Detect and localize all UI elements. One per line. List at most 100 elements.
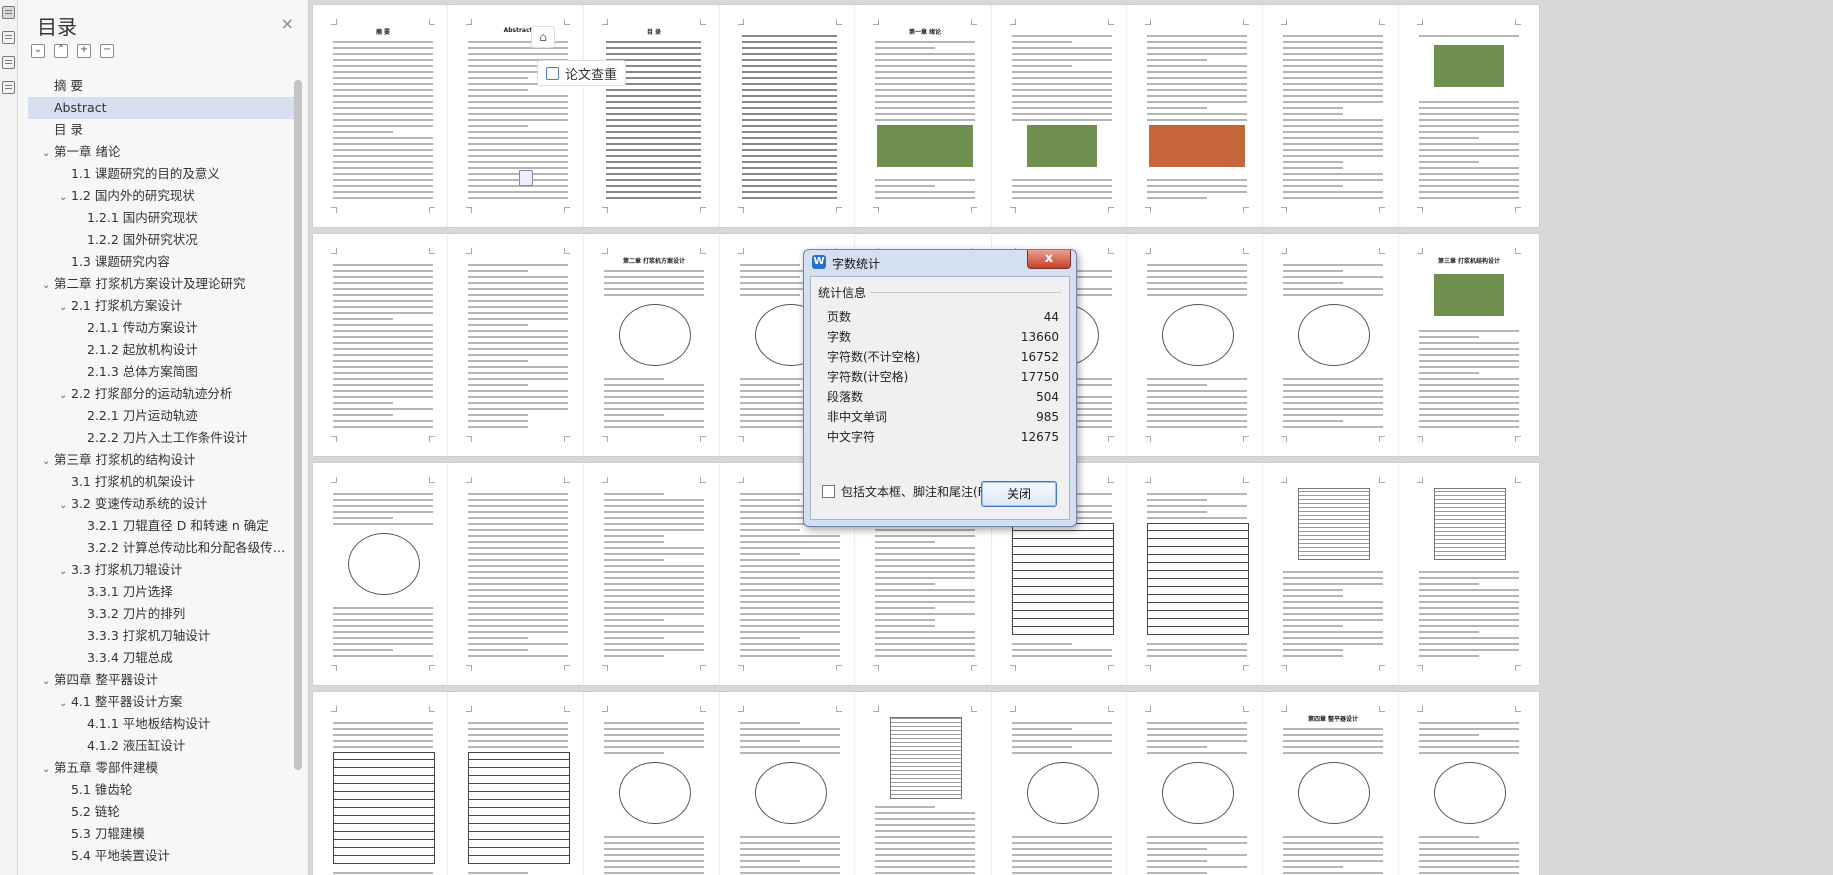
page-thumbnail[interactable] [448, 692, 588, 875]
search-panel-icon[interactable] [2, 81, 15, 94]
chevron-down-icon[interactable]: ⌄ [42, 759, 54, 779]
page-thumbnail[interactable]: 第一章 绪论 [855, 5, 995, 227]
toc-item[interactable]: 3.3.4 刀辊总成 [28, 647, 296, 669]
toc-item[interactable]: ⌄ 3.2 变速传动系统的设计 [28, 493, 296, 515]
toc-item[interactable]: 1.3 课题研究内容 [28, 251, 296, 273]
page-thumbnail[interactable]: 第四章 整平器设计 [1263, 692, 1403, 875]
chapter-panel-icon[interactable] [2, 56, 15, 69]
page-thumbnail[interactable]: Abstract [448, 5, 588, 227]
dialog-titlebar[interactable]: W 字数统计 x [804, 250, 1076, 274]
chevron-down-icon[interactable]: ⌄ [59, 297, 71, 317]
page-thumbnail[interactable] [1127, 692, 1267, 875]
collapse-tool-icon[interactable]: ⌂ [531, 26, 555, 48]
page-thumbnail[interactable] [1127, 234, 1267, 456]
dialog-close-button[interactable]: x [1027, 250, 1071, 269]
page-thumbnail[interactable]: 摘 要 [313, 5, 453, 227]
chevron-down-icon[interactable]: ⌄ [59, 187, 71, 207]
page-thumbnail[interactable] [1399, 463, 1539, 685]
chevron-down-icon[interactable]: ⌄ [42, 275, 54, 295]
remove-heading-icon[interactable]: − [100, 44, 114, 58]
page-thumbnail[interactable] [720, 692, 860, 875]
toc-scrollbar[interactable] [294, 80, 302, 770]
page-thumbnail[interactable] [313, 463, 453, 685]
page-thumbnail[interactable] [1399, 5, 1539, 227]
page-thumbnail[interactable] [313, 692, 453, 875]
text-line [333, 119, 433, 121]
page-thumbnail[interactable] [448, 463, 588, 685]
toc-item[interactable]: 2.2.1 刀片运动轨迹 [28, 405, 296, 427]
page-thumbnail[interactable] [992, 5, 1132, 227]
expand-all-icon[interactable]: ⌄ [31, 44, 45, 58]
page-thumbnail[interactable] [1399, 692, 1539, 875]
toc-item[interactable]: ⌄ 2.1 打浆机方案设计 [28, 295, 296, 317]
toc-item[interactable]: 5.3 刀辊建模 [28, 823, 296, 845]
page-thumbnail[interactable] [1263, 5, 1403, 227]
add-heading-icon[interactable]: + [77, 44, 91, 58]
chevron-down-icon[interactable]: ⌄ [59, 693, 71, 713]
toc-item[interactable]: 3.2.1 刀辊直径 D 和转速 n 确定 [28, 515, 296, 537]
page-thumbnail[interactable] [1263, 234, 1403, 456]
include-textboxes-checkbox[interactable]: 包括文本框、脚注和尾注(F) [822, 483, 989, 500]
page-thumbnail[interactable] [313, 234, 453, 456]
toc-item[interactable]: 4.1.1 平地板结构设计 [28, 713, 296, 735]
toc-item[interactable]: ⌄ 3.3 打浆机刀辊设计 [28, 559, 296, 581]
checkbox-box[interactable] [822, 485, 835, 498]
toc-item[interactable]: ⌄ 第四章 整平器设计 [28, 669, 296, 691]
toc-item[interactable]: 5.4 平地装置设计 [28, 845, 296, 867]
page-thumbnail[interactable] [584, 692, 724, 875]
toc-item[interactable]: ⌄ 第五章 零部件建模 [28, 757, 296, 779]
chevron-down-icon[interactable]: ⌄ [59, 385, 71, 405]
toc-item[interactable]: 1.2.1 国内研究现状 [28, 207, 296, 229]
toc-item[interactable]: 3.3.2 刀片的排列 [28, 603, 296, 625]
chevron-down-icon[interactable]: ⌄ [59, 561, 71, 581]
page-thumbnail[interactable] [448, 234, 588, 456]
toc-item[interactable]: 1.1 课题研究的目的及意义 [28, 163, 296, 185]
toc-item[interactable]: 2.1.1 传动方案设计 [28, 317, 296, 339]
text-line [333, 420, 433, 422]
page-thumbnail[interactable] [1127, 5, 1267, 227]
wps-app-icon: W [812, 255, 826, 269]
toc-item[interactable]: 1.2.2 国外研究状况 [28, 229, 296, 251]
toc-item[interactable]: Abstract [28, 97, 296, 119]
document-icon[interactable] [519, 170, 533, 186]
page-thumbnail[interactable]: 第二章 打浆机方案设计 [584, 234, 724, 456]
toc-item[interactable]: 3.3.1 刀片选择 [28, 581, 296, 603]
chevron-down-icon[interactable]: ⌄ [42, 671, 54, 691]
page-thumbnail[interactable] [855, 692, 995, 875]
toc-item[interactable]: 摘 要 [28, 75, 296, 97]
toc-item[interactable]: 3.3.3 打浆机刀轴设计 [28, 625, 296, 647]
toc-panel-icon[interactable] [2, 6, 15, 19]
chevron-down-icon[interactable]: ⌄ [42, 451, 54, 471]
page-thumbnail[interactable] [992, 692, 1132, 875]
toc-item[interactable]: 5.1 锥齿轮 [28, 779, 296, 801]
chevron-down-icon[interactable]: ⌄ [59, 495, 71, 515]
toc-item[interactable]: 2.2.2 刀片入土工作条件设计 [28, 427, 296, 449]
toc-item[interactable]: ⌄ 第二章 打浆机方案设计及理论研究 [28, 273, 296, 295]
close-button[interactable]: 关闭 [981, 481, 1057, 507]
page-thumbnail[interactable] [720, 5, 860, 227]
page-thumbnail[interactable]: 第三章 打浆机结构设计 [1399, 234, 1539, 456]
toc-item[interactable]: ⌄ 第一章 绪论 [28, 141, 296, 163]
toc-item[interactable]: ⌄ 4.1 整平器设计方案 [28, 691, 296, 713]
paper-check-button[interactable]: 论文查重 [537, 60, 626, 86]
toc-item[interactable]: 2.1.3 总体方案简图 [28, 361, 296, 383]
toc-item[interactable]: ⌄ 2.2 打浆部分的运动轨迹分析 [28, 383, 296, 405]
toc-item[interactable]: 4.1.2 液压缸设计 [28, 735, 296, 757]
page-thumbnail[interactable] [584, 463, 724, 685]
group-divider [871, 292, 1061, 293]
chevron-down-icon[interactable]: ⌄ [42, 143, 54, 163]
toc-item[interactable]: 5.2 链轮 [28, 801, 296, 823]
page-thumbnail[interactable]: 目 录 [584, 5, 724, 227]
collapse-all-icon[interactable]: ⌃ [54, 44, 68, 58]
page-thumbnail[interactable] [1127, 463, 1267, 685]
toc-item[interactable]: 3.1 打浆机的机架设计 [28, 471, 296, 493]
toc-item[interactable]: 目 录 [28, 119, 296, 141]
toc-close-icon[interactable]: × [281, 14, 294, 33]
toc-item[interactable]: 3.2.2 计算总传动比和分配各级传… [28, 537, 296, 559]
page-thumbnail[interactable] [1263, 463, 1403, 685]
toc-scrollbar-thumb[interactable] [294, 80, 302, 770]
toc-item[interactable]: ⌄ 第三章 打浆机的结构设计 [28, 449, 296, 471]
toc-item[interactable]: 2.1.2 起放机构设计 [28, 339, 296, 361]
bookmark-panel-icon[interactable] [2, 31, 15, 44]
toc-item[interactable]: ⌄ 1.2 国内外的研究现状 [28, 185, 296, 207]
